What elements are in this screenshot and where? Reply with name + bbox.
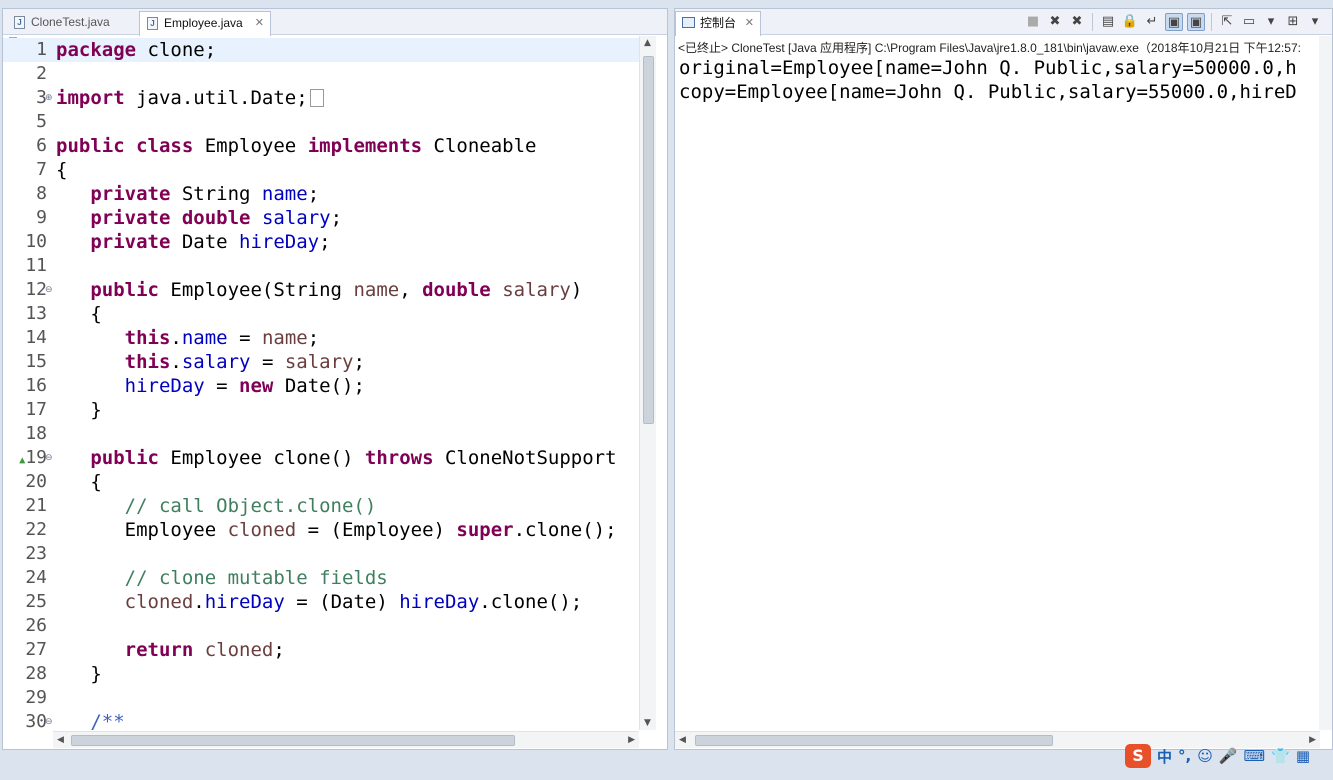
code-line: 23 <box>25 543 47 564</box>
tab-label: 控制台 <box>700 16 737 30</box>
code-line: 29 <box>25 687 47 708</box>
scroll-down-arrow-icon[interactable]: ▼ <box>644 718 651 728</box>
close-tab-icon[interactable]: ✕ <box>255 12 264 34</box>
remove-all-terminated-icon[interactable]: ✖ <box>1068 13 1086 31</box>
scroll-left-arrow-icon[interactable]: ◀ <box>57 735 64 745</box>
tab-label: CloneTest.java <box>31 15 110 29</box>
ime-toolbar: S 中 °, ☺ 🎤 ⌨ 👕 ▦ <box>1119 742 1329 770</box>
chevron-down-icon[interactable]: ▾ <box>1306 13 1324 31</box>
tab-console[interactable]: 控制台 ✕ <box>675 11 761 36</box>
code-line: 16 hireDay = new Date(); <box>25 375 365 397</box>
console-pane: 控制台 ✕ ■ ✖ ✖ ▤ 🔒 ↵ ▣ ▣ ⇱ ▭ ▾ ⊞ ▾ <已终止> Cl… <box>674 8 1333 750</box>
code-line: 18 <box>25 423 47 444</box>
process-status-line: <已终止> CloneTest [Java 应用程序] C:\Program F… <box>678 41 1301 55</box>
toolbar-separator <box>1211 13 1212 31</box>
console-toolbar: ■ ✖ ✖ ▤ 🔒 ↵ ▣ ▣ ⇱ ▭ ▾ ⊞ ▾ <box>1024 13 1324 33</box>
ime-chinese-mode[interactable]: 中 <box>1157 746 1172 767</box>
show-on-stdout-icon[interactable]: ▣ <box>1165 13 1183 31</box>
code-line: 13 { <box>25 303 102 325</box>
display-console-icon[interactable]: ▭ <box>1240 13 1258 31</box>
tab-clonetest-java[interactable]: J CloneTest.java <box>7 11 135 35</box>
toolbar-separator <box>1092 13 1093 31</box>
fold-expand-icon[interactable]: ⊕ <box>45 93 53 103</box>
remove-launch-icon[interactable]: ✖ <box>1046 13 1064 31</box>
code-line: 28 } <box>25 663 102 685</box>
code-line: 10 private Date hireDay; <box>25 231 331 253</box>
ime-punctuation[interactable]: °, <box>1178 747 1191 765</box>
override-marker-icon: ▲ <box>19 455 26 466</box>
fold-collapse-icon[interactable]: ⊖ <box>45 717 53 727</box>
clear-console-icon[interactable]: ▤ <box>1099 13 1117 31</box>
editor-horizontal-scrollbar[interactable]: ◀ ▶ <box>53 731 639 748</box>
code-line: 1 package clone; <box>3 38 639 62</box>
console-tab-bar: 控制台 ✕ ■ ✖ ✖ ▤ 🔒 ↵ ▣ ▣ ⇱ ▭ ▾ ⊞ ▾ <box>675 9 1332 36</box>
code-line: 15 this.salary = salary; <box>25 351 365 373</box>
close-tab-icon[interactable]: ✕ <box>745 12 754 34</box>
terminate-icon[interactable]: ■ <box>1024 13 1042 31</box>
open-console-icon[interactable]: ⊞ <box>1284 13 1302 31</box>
code-editor[interactable]: 1 package clone; 2 3 ⊕ import java.util.Dat… <box>3 36 639 730</box>
fold-collapse-icon[interactable]: ⊖ <box>45 285 53 295</box>
code-line: 11 <box>25 255 47 276</box>
code-line: 12 ⊖ public Employee(String name, double … <box>25 279 583 301</box>
scroll-up-arrow-icon[interactable]: ▲ <box>644 38 651 48</box>
microphone-icon[interactable]: 🎤 <box>1219 747 1238 765</box>
code-line: 20 { <box>25 471 102 493</box>
toolbox-icon[interactable]: ▦ <box>1296 747 1310 765</box>
scrollbar-thumb[interactable] <box>643 56 654 424</box>
java-file-icon: J <box>147 17 158 30</box>
sogou-logo-icon[interactable]: S <box>1125 744 1151 768</box>
emoji-icon[interactable]: ☺ <box>1197 747 1213 765</box>
code-line: 30 ⊖ /** <box>25 711 125 730</box>
code-line: 8 private String name; <box>36 183 320 205</box>
fold-collapse-icon[interactable]: ⊖ <box>45 453 53 463</box>
scroll-right-arrow-icon[interactable]: ▶ <box>628 735 635 745</box>
tab-label: Employee.java <box>164 16 243 30</box>
code-line: 22 Employee cloned = (Employee) super.cl… <box>25 519 617 541</box>
code-line: 6 public class Employee implements Clonea… <box>36 135 537 157</box>
console-output-line: copy=Employee[name=John Q. Public,salary… <box>679 81 1297 103</box>
code-line: 7{ <box>36 159 68 181</box>
skin-icon[interactable]: 👕 <box>1271 747 1290 765</box>
show-on-stderr-icon[interactable]: ▣ <box>1187 13 1205 31</box>
ide-window: J CloneTest.java J Employee.java ✕ 1 pack… <box>0 0 1333 780</box>
java-file-icon: J <box>14 16 25 29</box>
word-wrap-icon[interactable]: ↵ <box>1143 13 1161 31</box>
chevron-down-icon[interactable]: ▾ <box>1262 13 1280 31</box>
code-line: 24 // clone mutable fields <box>25 567 388 589</box>
code-line: ▲19 ⊖ public Employee clone() throws Clon… <box>19 447 617 469</box>
code-line: 3 ⊕ import java.util.Date; <box>3 86 639 110</box>
tab-employee-java[interactable]: J Employee.java ✕ <box>139 11 271 36</box>
pin-console-icon[interactable]: ⇱ <box>1218 13 1236 31</box>
collapsed-imports-box[interactable] <box>309 89 324 107</box>
code-line: 14 this.name = name; <box>25 327 320 349</box>
scroll-lock-icon[interactable]: 🔒 <box>1121 13 1139 31</box>
scrollbar-thumb[interactable] <box>71 735 515 746</box>
code-line: 17 } <box>25 399 102 421</box>
code-line: 9 private double salary; <box>36 207 343 229</box>
console-icon <box>682 17 695 28</box>
keyboard-icon[interactable]: ⌨ <box>1244 747 1266 765</box>
scroll-left-arrow-icon[interactable]: ◀ <box>679 735 686 745</box>
code-line: 25 cloned.hireDay = (Date) hireDay.clone… <box>25 591 583 613</box>
code-line: 5 <box>36 111 47 132</box>
code-line: 21 // call Object.clone() <box>25 495 377 517</box>
editor-pane: J CloneTest.java J Employee.java ✕ 1 pack… <box>2 8 668 750</box>
editor-vertical-scrollbar[interactable]: ▲ ▼ <box>639 36 656 730</box>
console-output-line: original=Employee[name=John Q. Public,sa… <box>679 57 1297 79</box>
code-line: 27 return cloned; <box>25 639 285 661</box>
console-vertical-scrollbar[interactable] <box>1319 36 1332 730</box>
scrollbar-thumb[interactable] <box>695 735 1053 746</box>
code-line: 26 <box>25 615 47 636</box>
editor-tab-bar: J CloneTest.java J Employee.java ✕ <box>3 9 667 36</box>
code-line: 2 <box>36 63 47 84</box>
